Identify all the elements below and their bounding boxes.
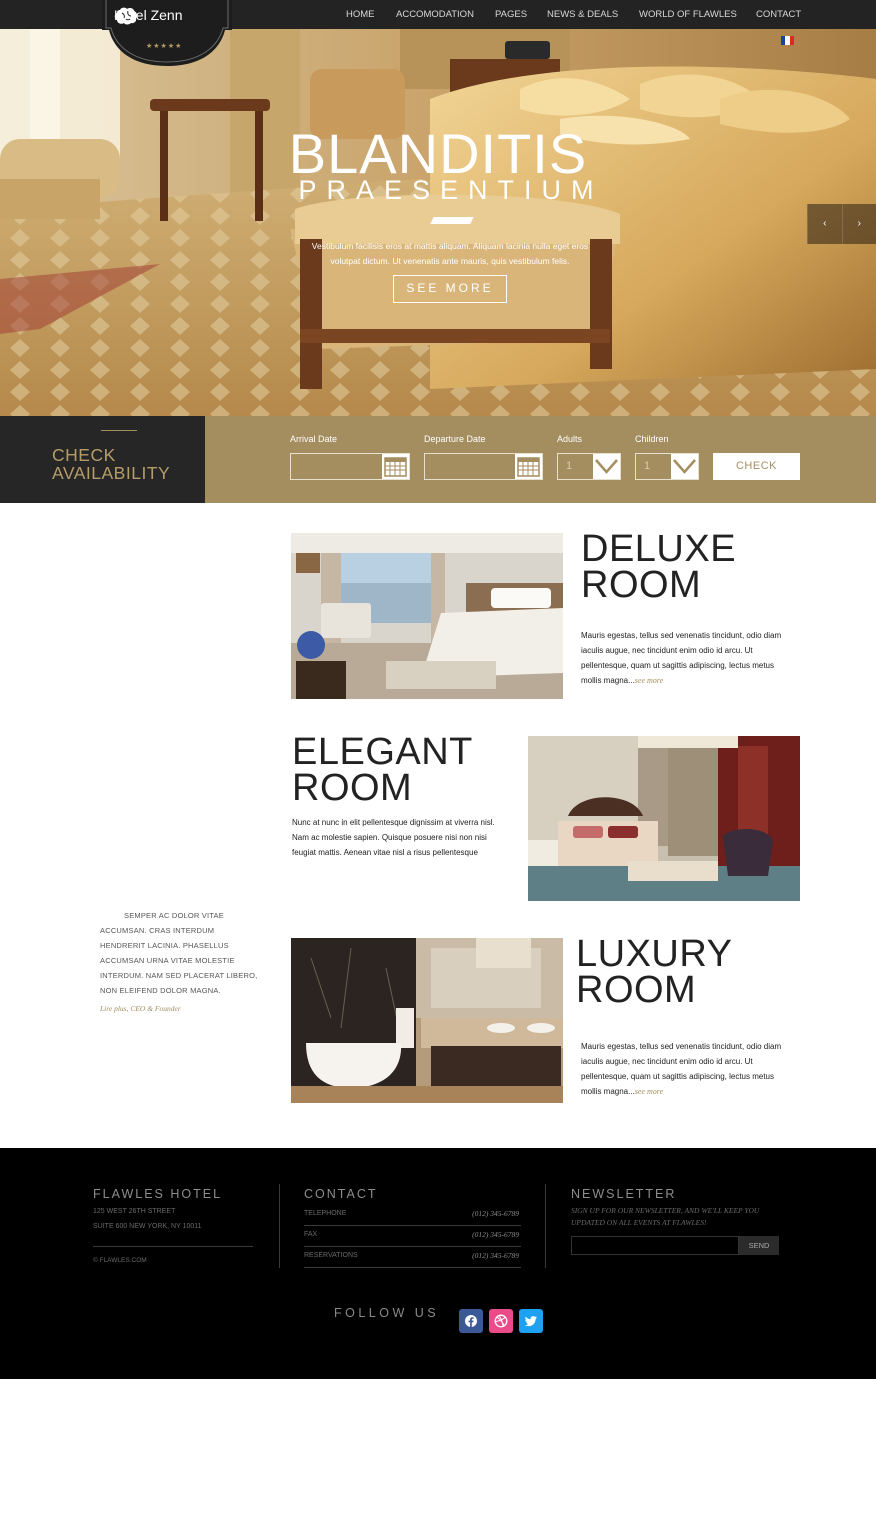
departure-date-input[interactable] <box>424 453 543 480</box>
footer-address-line1: 125 WEST 26TH STREET <box>93 1208 176 1215</box>
footer-column-divider <box>545 1184 546 1268</box>
facebook-icon[interactable] <box>459 1309 483 1333</box>
children-select[interactable]: 1 <box>635 453 699 480</box>
heading-divider <box>101 430 137 431</box>
adults-select[interactable]: 1 <box>557 453 621 480</box>
hero-subtitle: PRAESENTIUM <box>298 175 604 205</box>
footer-hotel-title: FLAWLES HOTEL <box>93 1187 223 1201</box>
adults-value: 1 <box>566 460 573 472</box>
arrival-label: Arrival Date <box>290 434 338 444</box>
twitter-icon[interactable] <box>519 1309 543 1333</box>
contact-label: TELEPHONE <box>304 1210 347 1217</box>
brain-logo-icon <box>114 7 138 25</box>
room-title-line2: ROOM <box>292 767 413 809</box>
newsletter-email-input[interactable] <box>571 1236 739 1255</box>
deluxe-room-description: Mauris egestas, tellus sed venenatis tin… <box>581 628 791 688</box>
children-value: 1 <box>644 460 651 472</box>
testimonial-author: Lire plus, CEO & Founder <box>100 1004 181 1013</box>
dribbble-icon[interactable] <box>489 1309 513 1333</box>
nav-world-of-flawles[interactable]: WORLD OF FLAWLES <box>639 9 756 20</box>
contact-value: (012) 345-6789 <box>472 1209 519 1218</box>
elegant-room-description: Nunc at nunc in elit pellentesque dignis… <box>292 818 495 857</box>
see-more-link[interactable]: see more <box>635 676 663 685</box>
slider-arrows: ‹ › <box>807 204 876 244</box>
availability-title: CHECK AVAILABILITY <box>52 446 170 482</box>
chevron-down-icon[interactable] <box>671 454 698 479</box>
room-title-line2: ROOM <box>581 564 702 606</box>
footer-contact-title: CONTACT <box>304 1187 378 1201</box>
contact-value: (012) 345-6789 <box>472 1230 519 1239</box>
elegant-room-title: ELEGANT ROOM <box>292 731 473 809</box>
hero-slider: BLANDITIS PRAESENTIUM Vestibulum facilis… <box>0 29 876 416</box>
contact-label: RESERVATIONS <box>304 1252 358 1259</box>
room-title-line1: DELUXE <box>581 528 737 570</box>
newsletter-text: SIGN UP FOR OUR NEWSLETTER, AND WE'LL KE… <box>571 1206 760 1227</box>
calendar-icon[interactable] <box>515 454 542 479</box>
newsletter-send-button[interactable]: SEND <box>739 1236 779 1255</box>
availability-heading-block: CHECK AVAILABILITY <box>0 416 205 503</box>
contact-row-telephone: TELEPHONE (012) 345-6789 <box>304 1205 521 1226</box>
chevron-down-icon[interactable] <box>593 454 620 479</box>
children-label: Children <box>635 434 669 444</box>
logo[interactable]: Hotel Zenn ★★★★★ <box>102 0 232 68</box>
luxury-room-image[interactable] <box>291 938 563 1103</box>
luxury-room-title: LUXURY ROOM <box>576 933 733 1011</box>
hero-divider <box>430 217 474 224</box>
nav-accommodation[interactable]: ACCOMODATION <box>396 9 495 20</box>
arrival-date-input[interactable] <box>290 453 410 480</box>
room-title-line1: ELEGANT <box>292 731 473 773</box>
footer-newsletter-title: NEWSLETTER <box>571 1187 677 1201</box>
main-nav: HOME ACCOMODATION PAGES NEWS & DEALS WOR… <box>346 9 801 20</box>
french-flag-icon[interactable] <box>781 36 794 45</box>
rating-stars: ★★★★★ <box>146 43 183 50</box>
availability-title-line2: AVAILABILITY <box>52 463 171 483</box>
nav-home[interactable]: HOME <box>346 9 396 20</box>
room-title-line2: ROOM <box>576 969 697 1011</box>
room-description-text: Mauris egestas, tellus sed venenatis tin… <box>581 1042 782 1096</box>
luxury-room-description: Mauris egestas, tellus sed venenatis tin… <box>581 1039 791 1099</box>
footer: FLAWLES HOTEL 125 WEST 26TH STREET SUITE… <box>0 1148 876 1379</box>
testimonial-text: SEMPER AC DOLOR VITAE ACCUMSAN. CRAS INT… <box>100 911 258 995</box>
nav-contact[interactable]: CONTACT <box>756 9 801 20</box>
footer-divider <box>93 1246 253 1247</box>
footer-column-divider <box>279 1184 280 1268</box>
elegant-room-image[interactable] <box>528 736 800 901</box>
availability-bar: CHECK AVAILABILITY Arrival Date Departur… <box>0 416 876 503</box>
availability-title-line1: CHECK <box>52 445 116 465</box>
deluxe-room-image[interactable] <box>291 533 563 699</box>
footer-address-line2: SUITE 600 NEW YORK, NY 10011 <box>93 1223 202 1230</box>
see-more-button[interactable]: SEE MORE <box>393 275 507 303</box>
contact-value: (012) 345-6789 <box>472 1251 519 1260</box>
hero-title: BLANDITIS <box>288 122 588 185</box>
follow-us-label: FOLLOW US <box>334 1306 440 1320</box>
hero-text: Vestibulum facilisis eros at mattis aliq… <box>311 241 589 266</box>
departure-label: Departure Date <box>424 434 486 444</box>
check-button[interactable]: CHECK <box>713 453 800 480</box>
contact-label: FAX <box>304 1231 318 1238</box>
footer-copyright: © FLAWLES.COM <box>93 1257 147 1264</box>
contact-row-reservations: RESERVATIONS (012) 345-6789 <box>304 1247 521 1268</box>
nav-pages[interactable]: PAGES <box>495 9 547 20</box>
calendar-icon[interactable] <box>382 454 409 479</box>
adults-label: Adults <box>557 434 583 444</box>
nav-news-deals[interactable]: NEWS & DEALS <box>547 9 639 20</box>
contact-row-fax: FAX (012) 345-6789 <box>304 1226 521 1247</box>
room-title-line1: LUXURY <box>576 933 733 975</box>
see-more-link[interactable]: see more <box>635 1087 663 1096</box>
room-description-text: Mauris egestas, tellus sed venenatis tin… <box>581 631 782 685</box>
prev-slide-icon[interactable]: ‹ <box>807 204 842 244</box>
deluxe-room-title: DELUXE ROOM <box>581 528 737 606</box>
page: HOME ACCOMODATION PAGES NEWS & DEALS WOR… <box>0 0 876 1536</box>
next-slide-icon[interactable]: › <box>841 204 876 244</box>
